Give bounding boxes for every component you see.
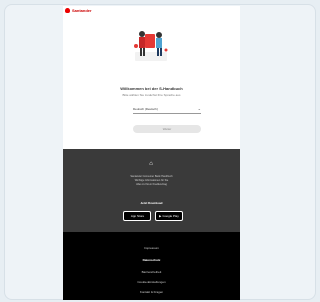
app-store-button[interactable]: App Store (123, 211, 151, 221)
brand-logo[interactable]: Santander (65, 8, 92, 13)
flame-icon (65, 8, 70, 13)
info-section: ⌂ Santander Consumer Bank Handbuch Wicht… (63, 149, 240, 232)
play-icon: ▶ (159, 214, 162, 218)
welcome-title: Willkommen bei der S-Handbuch (120, 86, 183, 91)
download-heading: Jetzt Download (140, 201, 163, 205)
chevron-down-icon: ⌄ (197, 106, 201, 111)
welcome-section: Willkommen bei der S-Handbuch Bitte wähl… (63, 20, 240, 148)
google-play-button[interactable]: ▶ Google Play (155, 211, 183, 221)
footer-link-cookies[interactable]: Cookie-Einstellungen (63, 280, 240, 284)
footer-link-impressum[interactable]: Impressum (63, 246, 240, 250)
next-button[interactable]: Weiter (133, 125, 201, 133)
app-store-label: App Store (130, 214, 145, 218)
welcome-illustration (134, 31, 168, 61)
footer-link-barrierefreiheit[interactable]: Barrierefreiheit (63, 270, 240, 274)
welcome-subtitle: Bitte wählen Sie zunächst Ihre Sprache a… (122, 93, 181, 97)
app-page: Santander Willkommen bei der S-Handbuch … (63, 6, 240, 300)
google-play-label: Google Play (162, 214, 179, 218)
brand-name: Santander (72, 8, 92, 13)
language-select[interactable]: Deutsch (Deutsch) ⌄ (133, 104, 201, 114)
info-line-3: Alles zu Ihrem Kreditvertrag (136, 183, 167, 186)
footer-link-datenschutz[interactable]: Datenschutz (63, 258, 240, 262)
footer: Impressum Datenschutz Barrierefreiheit C… (63, 232, 240, 300)
footer-link-kontakt[interactable]: Kontakt & Fragen (63, 290, 240, 294)
language-select-value: Deutsch (Deutsch) (133, 106, 158, 111)
home-icon: ⌂ (149, 161, 153, 167)
